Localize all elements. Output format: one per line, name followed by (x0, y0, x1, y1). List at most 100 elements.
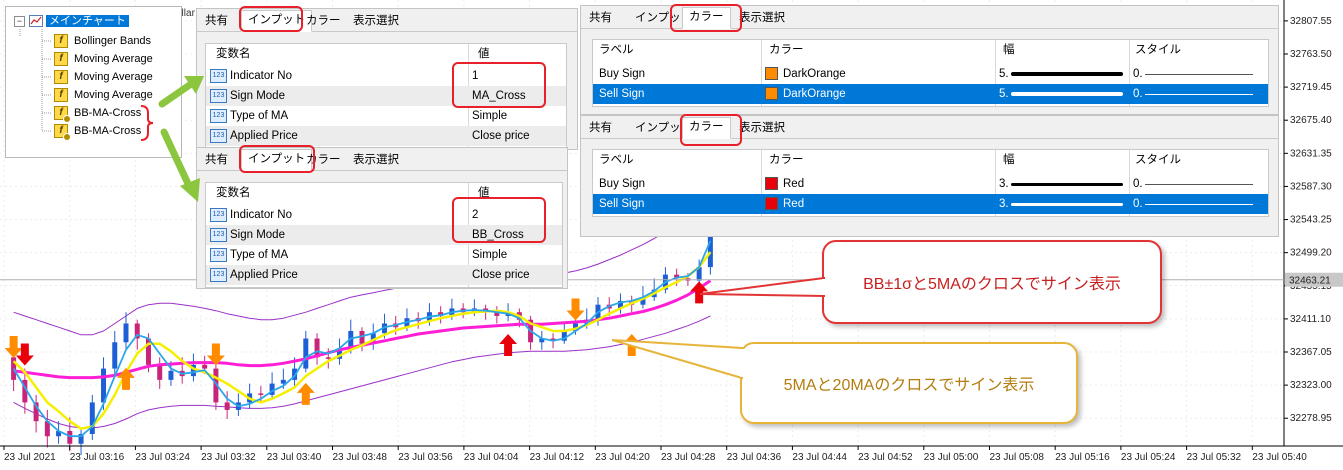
tree-root-label: メインチャート (46, 15, 129, 27)
param-name: Indicator No (230, 209, 293, 221)
tree-root-main-chart[interactable]: − メインチャート (14, 13, 129, 29)
param-value[interactable]: Simple (472, 106, 507, 126)
tab-common[interactable]: 共有 (583, 119, 618, 137)
price-tick-label: 32719.45 (1290, 82, 1332, 93)
candle-body (280, 379, 286, 384)
width-value[interactable]: 3. (999, 174, 1009, 194)
param-value[interactable]: Close price (472, 126, 530, 146)
column-color: カラー (769, 44, 804, 56)
tree-item-moving-average-2[interactable]: f Moving Average (54, 69, 153, 85)
param-name: Applied Price (230, 130, 298, 142)
tab-visualization[interactable]: 表示選択 (347, 12, 405, 30)
indicator-function-icon: f (54, 70, 68, 85)
tree-item-moving-average-3[interactable]: f Moving Average (54, 87, 153, 103)
highlight-values-1 (452, 62, 546, 108)
callout-pointer-red (700, 276, 828, 298)
style-value[interactable]: 0. (1133, 174, 1143, 194)
tree-item-bollinger-bands[interactable]: f Bollinger Bands (54, 33, 151, 49)
column-variable: 変数名 (216, 48, 251, 60)
candle-body (325, 357, 331, 359)
time-tick-label: 23 Jul 03:16 (70, 452, 125, 463)
price-tick-label: 32631.35 (1290, 148, 1332, 159)
input-row-type-of-ma[interactable]: 123 Type of MA Simple (206, 106, 566, 126)
tab-common[interactable]: 共有 (199, 12, 234, 30)
color-swatch[interactable] (765, 197, 778, 211)
candle-body (303, 338, 309, 369)
plot-label: Buy Sign (599, 68, 646, 80)
color-name: Red (783, 178, 805, 190)
callout-text: 5MAと20MAのクロスでサイン表示 (783, 377, 1035, 394)
collapse-icon[interactable]: − (14, 15, 25, 27)
highlight-inputs-tab-2 (239, 145, 315, 173)
enum-param-icon: 123 (210, 247, 227, 262)
time-tick-label: 23 Jul 05:24 (1121, 452, 1176, 463)
param-name: Indicator No (230, 70, 293, 82)
callout-bb-cross: BB±1σと5MAのクロスでサイン表示 (822, 240, 1162, 324)
style-value[interactable]: 0. (1133, 84, 1143, 104)
color-row-sell-sign[interactable]: Sell Sign DarkOrange 5. 0. (593, 84, 1268, 104)
price-tick-label: 32499.20 (1290, 248, 1332, 259)
time-tick-label: 23 Jul 04:52 (858, 452, 913, 463)
column-label: ラベル (599, 44, 634, 56)
price-tick-label: 32411.10 (1290, 314, 1331, 325)
input-row-applied-price[interactable]: 123 Applied Price Close price (206, 126, 566, 146)
integer-param-icon: 123 (210, 68, 227, 83)
time-tick-label: 23 Jul 03:40 (267, 452, 322, 463)
param-value[interactable]: Close price (472, 265, 530, 285)
color-swatch[interactable] (765, 67, 778, 81)
indicator-function-icon: f (54, 34, 68, 49)
width-preview (1011, 183, 1123, 186)
column-value: 値 (478, 48, 490, 60)
price-tick-label: 32587.30 (1290, 181, 1332, 192)
column-variable: 変数名 (216, 187, 251, 199)
color-swatch[interactable] (765, 177, 778, 191)
tree-item-label: BB-MA-Cross (74, 107, 142, 119)
width-value[interactable]: 5. (999, 64, 1009, 84)
style-value[interactable]: 0. (1133, 194, 1143, 214)
time-tick-label: 23 Jul 05:40 (1252, 452, 1307, 463)
colors-grid: ラベル カラー 幅 スタイル Buy Sign Red 3. 0. Sell S… (592, 149, 1269, 217)
candle-body (123, 323, 129, 343)
plot-label: Buy Sign (599, 178, 646, 190)
time-tick-label: 23 Jul 04:36 (727, 452, 782, 463)
param-name: Type of MA (230, 249, 289, 261)
color-row-buy-sign[interactable]: Buy Sign DarkOrange 5. 0. (593, 64, 1268, 84)
column-width: 幅 (1003, 154, 1015, 166)
tree-item-moving-average-1[interactable]: f Moving Average (54, 51, 153, 67)
plot-label: Sell Sign (599, 198, 645, 210)
input-row-applied-price[interactable]: 123 Applied Price Close price (206, 265, 562, 285)
enum-param-icon: 123 (210, 108, 227, 123)
time-tick-label: 23 Jul 03:56 (398, 452, 453, 463)
tree-item-label: Bollinger Bands (74, 35, 152, 47)
color-row-buy-sign[interactable]: Buy Sign Red 3. 0. (593, 174, 1268, 194)
highlight-values-2 (452, 197, 546, 243)
tab-common[interactable]: 共有 (583, 9, 618, 27)
param-name: Type of MA (230, 110, 289, 122)
width-value[interactable]: 3. (999, 194, 1009, 214)
candle-body (112, 342, 118, 369)
candle-body (11, 357, 17, 380)
style-preview (1145, 204, 1253, 205)
color-row-sell-sign[interactable]: Sell Sign Red 3. 0. (593, 194, 1268, 214)
param-value[interactable]: Simple (472, 245, 507, 265)
tab-colors[interactable]: カラー (300, 12, 347, 30)
param-name: Sign Mode (230, 229, 285, 241)
time-tick-label: 23 Jul 03:48 (333, 452, 388, 463)
price-tick-label: 32543.25 (1290, 215, 1332, 226)
price-tick-label: 32367.05 (1290, 347, 1332, 358)
candle-body (168, 370, 174, 380)
time-tick-label: 23 Jul 05:16 (1055, 452, 1110, 463)
plot-label: Sell Sign (599, 88, 645, 100)
input-row-type-of-ma[interactable]: 123 Type of MA Simple (206, 245, 562, 265)
tab-visualization[interactable]: 表示選択 (347, 151, 405, 169)
width-preview (1011, 92, 1123, 96)
color-name: DarkOrange (783, 68, 846, 80)
style-preview (1145, 74, 1253, 75)
tree-item-bb-ma-cross-2[interactable]: f BB-MA-Cross (54, 123, 141, 142)
enum-param-icon: 123 (210, 88, 227, 103)
tree-item-label: Moving Average (74, 89, 153, 101)
color-swatch[interactable] (765, 87, 778, 101)
width-value[interactable]: 5. (999, 84, 1009, 104)
style-value[interactable]: 0. (1133, 64, 1143, 84)
tree-item-bb-ma-cross-1[interactable]: f BB-MA-Cross (54, 105, 142, 124)
